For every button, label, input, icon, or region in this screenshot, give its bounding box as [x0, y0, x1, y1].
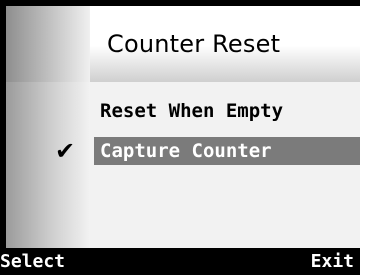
page-title: Counter Reset	[107, 30, 281, 58]
softkey-bar: Select Exit	[0, 248, 360, 275]
title-bar: Counter Reset	[6, 6, 360, 82]
device-screen: Counter Reset Reset When Empty ✔ Capture…	[0, 0, 360, 275]
display-area: Counter Reset Reset When Empty ✔ Capture…	[6, 6, 360, 251]
menu-item-reset-when-empty[interactable]: Reset When Empty	[94, 97, 360, 125]
title-bar-accent	[6, 6, 90, 82]
menu-item-capture-counter[interactable]: Capture Counter	[94, 137, 360, 165]
exit-softkey[interactable]: Exit	[311, 250, 354, 274]
select-softkey[interactable]: Select	[0, 250, 65, 274]
check-icon: ✔	[54, 137, 76, 165]
